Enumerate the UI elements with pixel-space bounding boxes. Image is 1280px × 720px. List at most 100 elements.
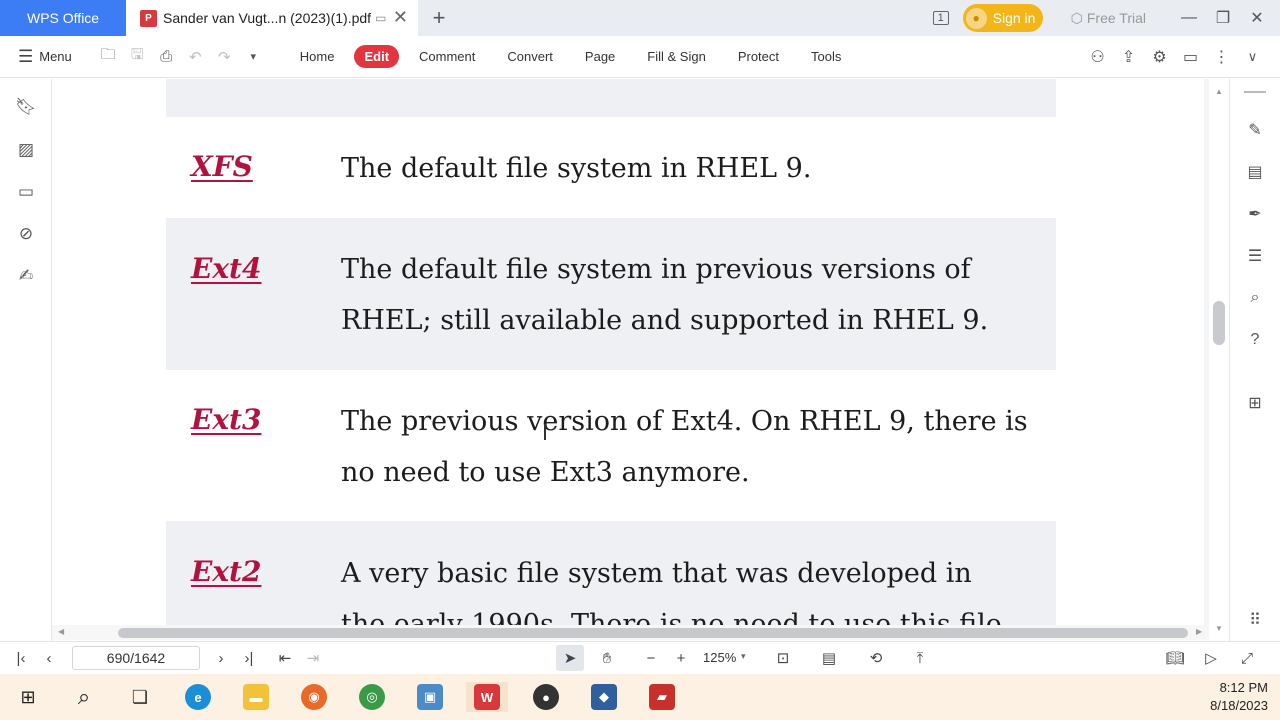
undo-icon[interactable]: ↶ bbox=[181, 48, 210, 66]
customize-dropdown-icon[interactable]: ▾ bbox=[239, 50, 268, 63]
close-window-button[interactable]: ✕ bbox=[1240, 0, 1274, 36]
obs-recorder-icon[interactable]: ● bbox=[530, 682, 562, 712]
zoom-dropdown-icon[interactable]: ▾ bbox=[741, 651, 746, 662]
document-tab[interactable]: P Sander van Vugt...n (2023)(1).pdf ▭ ✕ bbox=[126, 0, 418, 36]
window-switcher-button[interactable]: 1 bbox=[919, 0, 963, 36]
left-sidebar: 🔖︎ ▨ ▭ ⊘ ✍︎ bbox=[0, 79, 52, 641]
fill-sign-pen-icon[interactable]: ✒ bbox=[1242, 202, 1268, 226]
tab-home[interactable]: Home bbox=[284, 45, 351, 68]
pdf-app-icon[interactable]: ▰ bbox=[646, 682, 678, 712]
remote-desktop-icon[interactable]: ▣ bbox=[414, 682, 446, 712]
scroll-up-icon[interactable]: ▲ bbox=[1215, 87, 1223, 96]
help-question-icon[interactable]: ? bbox=[1242, 328, 1268, 352]
vertical-scrollbar[interactable]: ▲ ▼ bbox=[1209, 79, 1229, 636]
collapse-ribbon-icon[interactable]: ∨ bbox=[1237, 49, 1268, 65]
scroll-down-icon[interactable]: ▼ bbox=[1215, 624, 1223, 633]
translate-icon[interactable]: ⊞ bbox=[1242, 391, 1268, 415]
description-ext4: The default file system in previous vers… bbox=[341, 244, 1041, 346]
save-icon[interactable]: 🖫 bbox=[123, 44, 152, 69]
share-icon[interactable]: ⇪ bbox=[1113, 47, 1144, 67]
hand-tool-icon[interactable]: ✋︎ bbox=[596, 648, 618, 668]
document-viewport[interactable]: XFS The default file system in RHEL 9. E… bbox=[52, 79, 1209, 625]
attachment-paperclip-icon[interactable]: ⊘ bbox=[14, 222, 38, 246]
apps-grid-icon[interactable]: ⠿ bbox=[1242, 608, 1268, 632]
sign-in-button[interactable]: ● Sign in bbox=[962, 4, 1043, 32]
previous-view-icon[interactable]: ⇤ bbox=[274, 648, 296, 668]
scroll-right-icon[interactable]: ▶ bbox=[1196, 627, 1202, 636]
search-icon[interactable]: ⌕ bbox=[68, 682, 100, 712]
tab-tools[interactable]: Tools bbox=[795, 45, 857, 68]
tab-fill-sign[interactable]: Fill & Sign bbox=[631, 45, 722, 68]
more-options-icon[interactable]: ⋮ bbox=[1206, 47, 1237, 67]
feedback-icon[interactable]: ▭ bbox=[1175, 47, 1206, 67]
wps-office-taskbar-icon[interactable]: W bbox=[466, 682, 508, 712]
fullscreen-icon[interactable]: ⤢ bbox=[1236, 648, 1258, 668]
restore-button[interactable]: ❐ bbox=[1206, 0, 1240, 36]
next-view-icon[interactable]: ⇥ bbox=[302, 648, 324, 668]
document-properties-icon[interactable]: ▤ bbox=[1242, 160, 1268, 184]
pdf-page: XFS The default file system in RHEL 9. E… bbox=[52, 79, 1204, 625]
menu-bar-right-tools: ⚇ ⇪ ⚙ ▭ ⋮ ∨ bbox=[1082, 47, 1268, 67]
page-layout-icon[interactable]: ▤ bbox=[818, 648, 840, 668]
horizontal-scroll-thumb[interactable] bbox=[118, 628, 1188, 638]
zoom-level[interactable]: 125% bbox=[703, 650, 736, 665]
windows-start-icon[interactable]: ⊞ bbox=[12, 682, 44, 712]
free-trial-button[interactable]: ⬡ Free Trial bbox=[1071, 0, 1146, 36]
close-tab-icon[interactable]: ✕ bbox=[393, 8, 408, 26]
print-icon[interactable]: ⎙ bbox=[152, 48, 181, 65]
fit-page-icon[interactable]: ⊡ bbox=[772, 648, 794, 668]
description-line: RHEL; still available and supported in R… bbox=[341, 305, 989, 336]
quick-access-toolbar: 🗀 🖫 ⎙ ↶ ↷ ▾ bbox=[94, 44, 268, 69]
minimize-button[interactable]: — bbox=[1172, 0, 1206, 36]
title-bar: WPS Office P Sander van Vugt...n (2023)(… bbox=[0, 0, 1280, 36]
tab-comment[interactable]: Comment bbox=[403, 45, 491, 68]
edge-browser-icon[interactable]: e bbox=[182, 682, 214, 712]
scroll-left-icon[interactable]: ◀ bbox=[58, 627, 64, 636]
previous-page-icon[interactable]: ‹ bbox=[38, 648, 60, 668]
bookmark-icon[interactable]: 🔖︎ bbox=[14, 95, 38, 119]
comments-icon[interactable]: ▭ bbox=[14, 180, 38, 204]
next-page-icon[interactable]: › bbox=[210, 648, 232, 668]
app-name: WPS Office bbox=[27, 10, 100, 26]
settings-gear-icon[interactable]: ⚙ bbox=[1144, 47, 1175, 67]
chrome-icon[interactable]: ◎ bbox=[356, 682, 388, 712]
description-line: A very basic file system that was develo… bbox=[341, 558, 972, 589]
menu-button[interactable]: ☰ Menu bbox=[18, 47, 72, 67]
system-clock[interactable]: 8:12 PM 8/18/2023 bbox=[1210, 679, 1268, 715]
share-user-icon[interactable]: ⚇ bbox=[1082, 47, 1113, 67]
search-zoom-icon[interactable]: ⌕ bbox=[1242, 286, 1268, 310]
term-ext2: Ext2 bbox=[191, 555, 262, 588]
title-bar-spacer bbox=[460, 0, 919, 36]
zoom-in-icon[interactable]: + bbox=[670, 648, 692, 668]
signature-icon[interactable]: ✍︎ bbox=[14, 264, 38, 288]
vertical-scroll-thumb[interactable] bbox=[1213, 301, 1225, 345]
task-view-icon[interactable]: ❏ bbox=[124, 682, 156, 712]
tab-protect[interactable]: Protect bbox=[722, 45, 795, 68]
last-page-icon[interactable]: ›| bbox=[238, 648, 260, 668]
tab-edit[interactable]: Edit bbox=[354, 45, 400, 68]
tab-page[interactable]: Page bbox=[569, 45, 631, 68]
tab-convert[interactable]: Convert bbox=[491, 45, 569, 68]
play-slideshow-icon[interactable]: ▷ bbox=[1200, 648, 1222, 668]
edit-pen-icon[interactable]: ✎ bbox=[1242, 118, 1268, 142]
zoom-out-icon[interactable]: − bbox=[640, 648, 662, 668]
open-folder-icon[interactable]: 🗀 bbox=[94, 44, 123, 69]
thumbnail-image-icon[interactable]: ▨ bbox=[14, 138, 38, 162]
virtualbox-icon[interactable]: ◆ bbox=[588, 682, 620, 712]
tab-preview-icon[interactable]: ▭ bbox=[375, 11, 386, 25]
free-trial-label: Free Trial bbox=[1086, 10, 1146, 26]
term-xfs: XFS bbox=[191, 150, 253, 183]
reading-mode-book-icon[interactable]: 📖︎ bbox=[1164, 648, 1186, 668]
horizontal-scrollbar[interactable]: ◀ ▶ bbox=[52, 625, 1209, 640]
redo-icon[interactable]: ↷ bbox=[210, 48, 239, 66]
export-upload-icon[interactable]: ⤒ bbox=[909, 648, 931, 668]
page-number-input[interactable]: 690/1642 bbox=[72, 646, 200, 670]
app-tab-wps-office[interactable]: WPS Office bbox=[0, 0, 126, 36]
first-page-icon[interactable]: |‹ bbox=[10, 648, 32, 668]
firefox-icon[interactable]: ◉ bbox=[298, 682, 330, 712]
new-tab-button[interactable]: + bbox=[418, 0, 460, 36]
rotate-page-icon[interactable]: ⟲ bbox=[865, 648, 887, 668]
select-cursor-icon[interactable]: ➤ bbox=[559, 648, 581, 668]
file-explorer-icon[interactable]: ▬ bbox=[240, 682, 272, 712]
text-align-icon[interactable]: ☰ bbox=[1242, 244, 1268, 268]
